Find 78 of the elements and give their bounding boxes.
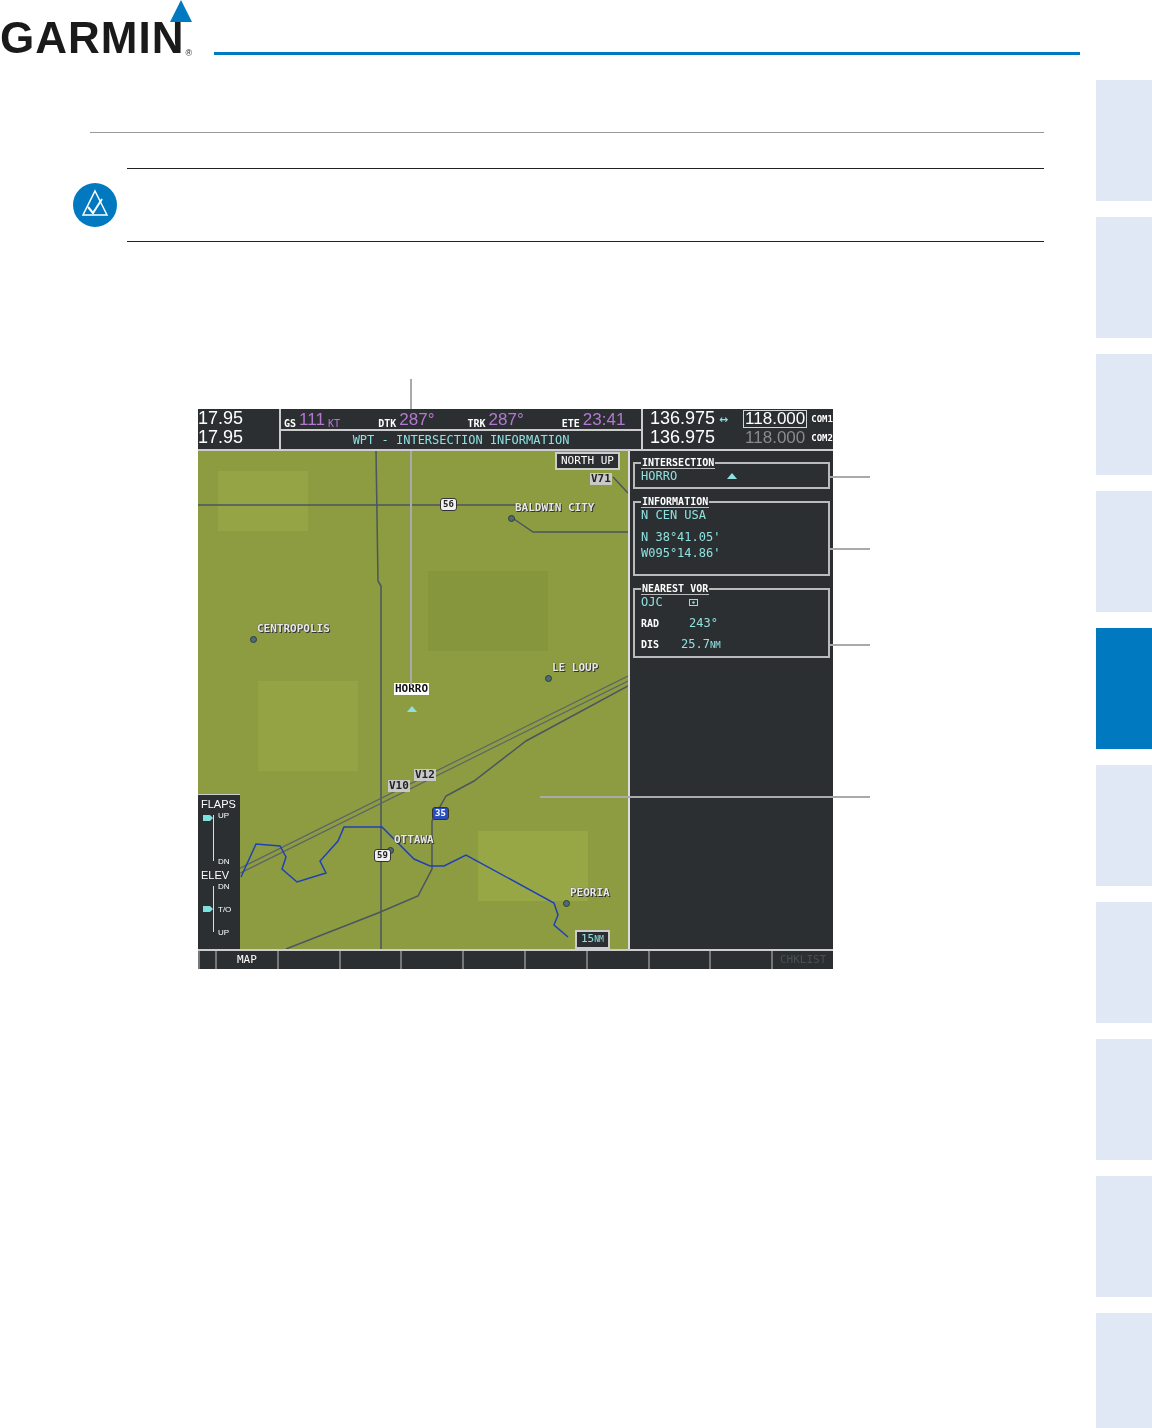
- highway-shield: 59: [374, 849, 391, 862]
- city-label: PEORIA: [569, 887, 611, 899]
- city-dot-icon: [563, 900, 570, 907]
- page-title: WPT - INTERSECTION INFORMATION: [351, 432, 571, 449]
- scale-label: DN: [218, 857, 230, 866]
- identifier-value[interactable]: HORRO: [641, 469, 678, 483]
- field-label: TRK: [467, 418, 486, 429]
- panel-title: NEAREST VOR: [641, 583, 710, 595]
- waypoint-label: HORRO: [394, 683, 430, 695]
- field-value: 287°: [488, 411, 524, 429]
- field-value: 287°: [399, 411, 435, 429]
- field-label: GS: [284, 418, 297, 429]
- section-tab[interactable]: [1096, 628, 1152, 749]
- logo-triangle-icon: [170, 0, 192, 22]
- com-label: COM1: [811, 413, 833, 424]
- city-dot-icon: [508, 515, 515, 522]
- latitude-value: N 38°41.05': [641, 530, 722, 544]
- waypoint-triangle-icon: [407, 706, 417, 712]
- field-unit: KT: [327, 418, 340, 429]
- standby-frequency: 136.975: [650, 428, 716, 447]
- leader-line: [830, 644, 870, 646]
- scale-label: T/O: [218, 905, 232, 914]
- radial-label: RAD: [641, 617, 661, 629]
- airway-label: V71: [590, 473, 612, 485]
- panel-title: INTERSECTION: [641, 457, 716, 469]
- registered-mark: ®: [185, 48, 193, 58]
- panel-title: INFORMATION: [641, 496, 710, 508]
- active-frequency: 118.000: [743, 409, 808, 428]
- leader-line: [830, 476, 870, 478]
- logo: GARMIN: [0, 18, 185, 58]
- radial-value: 243°: [689, 616, 718, 630]
- leader-line: [410, 379, 412, 409]
- section-tab[interactable]: [1096, 1313, 1152, 1428]
- section-tab[interactable]: [1096, 765, 1152, 886]
- scale-label: UP: [218, 811, 230, 820]
- vor-identifier: OJC: [641, 595, 664, 609]
- section-tab[interactable]: [1096, 80, 1152, 201]
- note-icon: [73, 183, 117, 227]
- swap-arrow: ↔: [719, 409, 730, 428]
- field-label: DTK: [378, 418, 397, 429]
- section-tab[interactable]: [1096, 1176, 1152, 1297]
- highway-shield: 56: [440, 498, 457, 511]
- intersection-triangle-icon: [727, 473, 738, 479]
- scale-label: UP: [218, 928, 230, 937]
- distance-value: 25.7NM: [681, 637, 721, 652]
- vor-icon: [689, 598, 698, 606]
- leader-line: [830, 548, 870, 550]
- section-tab[interactable]: [1096, 1039, 1152, 1160]
- highway-shield: 35: [432, 807, 449, 820]
- section-tab[interactable]: [1096, 491, 1152, 612]
- airway-label: V10: [388, 780, 410, 792]
- city-dot-icon: [250, 636, 257, 643]
- active-frequency: 118.000: [744, 428, 807, 447]
- distance-label: DIS: [641, 639, 661, 650]
- standby-frequency: 136.975: [650, 409, 716, 428]
- nav-frequency: 17.95: [198, 428, 245, 447]
- longitude-value: W095°14.86': [641, 546, 722, 560]
- section-tab[interactable]: [1096, 354, 1152, 475]
- field-value: 111: [299, 411, 325, 429]
- region-value: N CEN USA: [641, 508, 708, 522]
- gauge-title: FLAPS: [201, 798, 237, 810]
- orientation-label: NORTH UP: [555, 452, 620, 470]
- softkey[interactable]: MAP: [215, 951, 277, 969]
- section-tab[interactable]: [1096, 902, 1152, 1023]
- city-dot-icon: [545, 675, 552, 682]
- nav-frequency: 17.95: [198, 409, 245, 428]
- airway-label: V12: [414, 769, 436, 781]
- city-label: OTTAWA: [393, 834, 435, 846]
- field-label: ETE: [561, 418, 580, 429]
- city-label: LE LOUP: [551, 662, 600, 674]
- field-value: 23:41: [582, 411, 626, 429]
- city-label: BALDWIN CITY: [514, 502, 596, 514]
- gauge-title: ELEV: [201, 869, 231, 881]
- scale-label: DN: [218, 882, 230, 891]
- range-label: 15NM: [575, 930, 610, 949]
- city-label: CENTROPOLIS: [256, 623, 331, 635]
- section-tab[interactable]: [1096, 217, 1152, 338]
- com-label: COM2: [811, 432, 833, 443]
